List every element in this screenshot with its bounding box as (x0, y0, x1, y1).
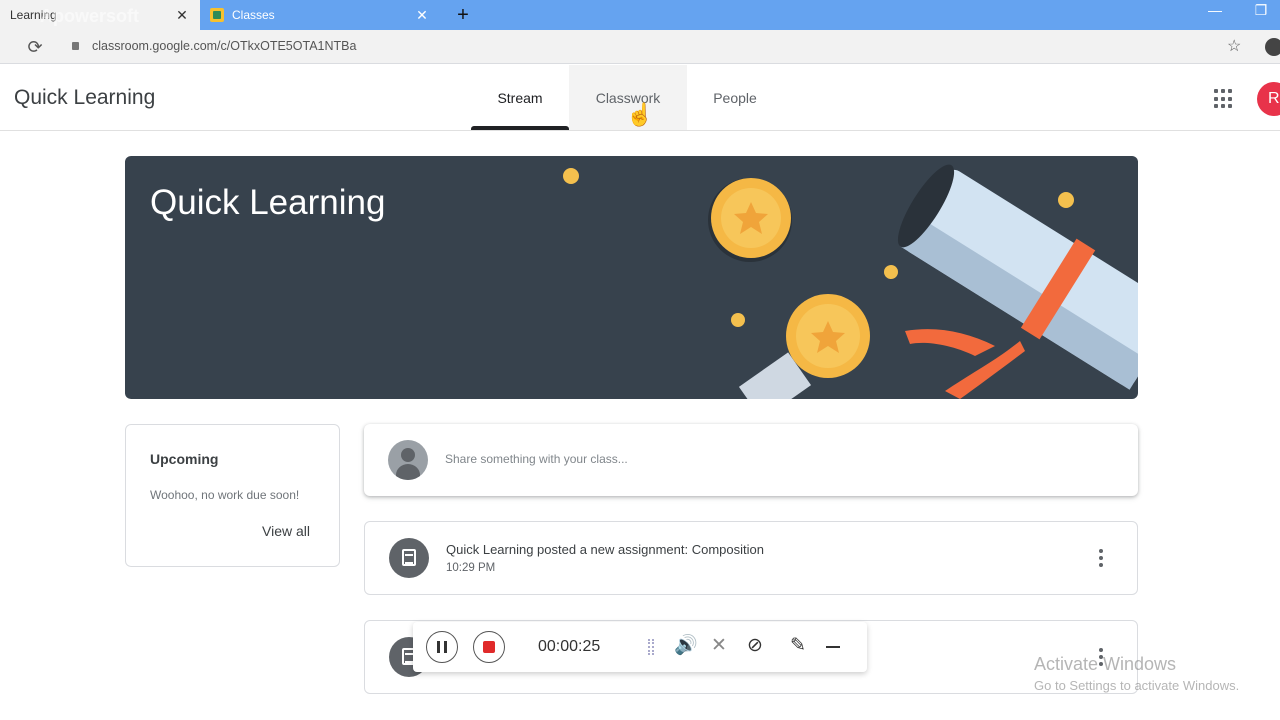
share-box[interactable]: Share something with your class... (364, 424, 1138, 496)
bookmark-star-icon[interactable]: ☆ (1227, 36, 1241, 56)
url-field[interactable]: classroom.google.com/c/OTkxOTE5OTA1NTBa (92, 39, 356, 53)
mic-muted-icon[interactable]: ✕ (711, 634, 727, 658)
tab-stream[interactable]: Stream (471, 65, 569, 130)
browser-profile-icon[interactable] (1265, 38, 1280, 56)
tab-classes[interactable]: Classes ✕ (200, 0, 440, 30)
tab-people[interactable]: People (690, 65, 780, 130)
post-time: 10:29 PM (446, 562, 496, 574)
upcoming-title: Upcoming (150, 451, 219, 467)
pause-button[interactable] (426, 631, 458, 663)
reload-icon[interactable]: ⟳ (25, 37, 45, 57)
user-avatar-icon (388, 440, 428, 480)
class-banner: Quick Learning (125, 156, 1138, 399)
stop-button[interactable] (473, 631, 505, 663)
new-tab-button[interactable]: + (452, 2, 474, 28)
class-name[interactable]: Quick Learning (14, 86, 155, 110)
more-options-icon[interactable] (1092, 549, 1110, 569)
minimize-recorder-icon[interactable] (826, 646, 840, 648)
close-tab-icon[interactable]: ✕ (414, 7, 430, 24)
more-options-icon[interactable] (1092, 648, 1110, 668)
view-all-link[interactable]: View all (262, 523, 310, 539)
app-header: Quick Learning Stream Classwork People R (0, 65, 1280, 131)
post-title[interactable]: Quick Learning posted a new assignment: … (446, 542, 764, 557)
recording-timer: 00:00:25 (538, 638, 601, 655)
address-bar: ⟳ classroom.google.com/c/OTkxOTE5OTA1NTB… (0, 30, 1280, 64)
webcam-off-icon[interactable]: ⊘ (747, 634, 763, 658)
tab-title: Classes (232, 8, 275, 22)
banner-title: Quick Learning (150, 183, 386, 222)
account-avatar[interactable]: R (1257, 82, 1280, 116)
assignment-icon (389, 538, 429, 578)
upcoming-message: Woohoo, no work due soon! (150, 488, 300, 502)
upcoming-card: Upcoming Woohoo, no work due soon! View … (125, 424, 340, 567)
speaker-icon[interactable]: 🔊 (674, 634, 698, 658)
share-input[interactable]: Share something with your class... (445, 452, 628, 466)
tab-classwork[interactable]: Classwork (569, 65, 687, 130)
annotate-pen-icon[interactable]: ✎ (790, 634, 806, 658)
screen-recorder-toolbar: 00:00:25 🔊 ✕ ⊘ ✎ (413, 622, 867, 672)
restore-button[interactable]: ❐ (1246, 0, 1276, 24)
tab-title: Learning (10, 8, 57, 22)
close-tab-icon[interactable]: ✕ (174, 7, 190, 24)
classroom-favicon-icon (210, 8, 224, 22)
audio-level-icon (648, 639, 654, 655)
minimize-button[interactable]: — (1200, 0, 1230, 24)
lock-icon[interactable] (72, 42, 79, 50)
stream-post[interactable]: Quick Learning posted a new assignment: … (364, 521, 1138, 595)
tab-learning[interactable]: Learning ✕ (0, 0, 200, 30)
browser-tab-bar: Learning ✕ Classes ✕ + — ❐ Apowersoft Sc… (0, 0, 1280, 50)
google-apps-icon[interactable] (1214, 89, 1234, 109)
